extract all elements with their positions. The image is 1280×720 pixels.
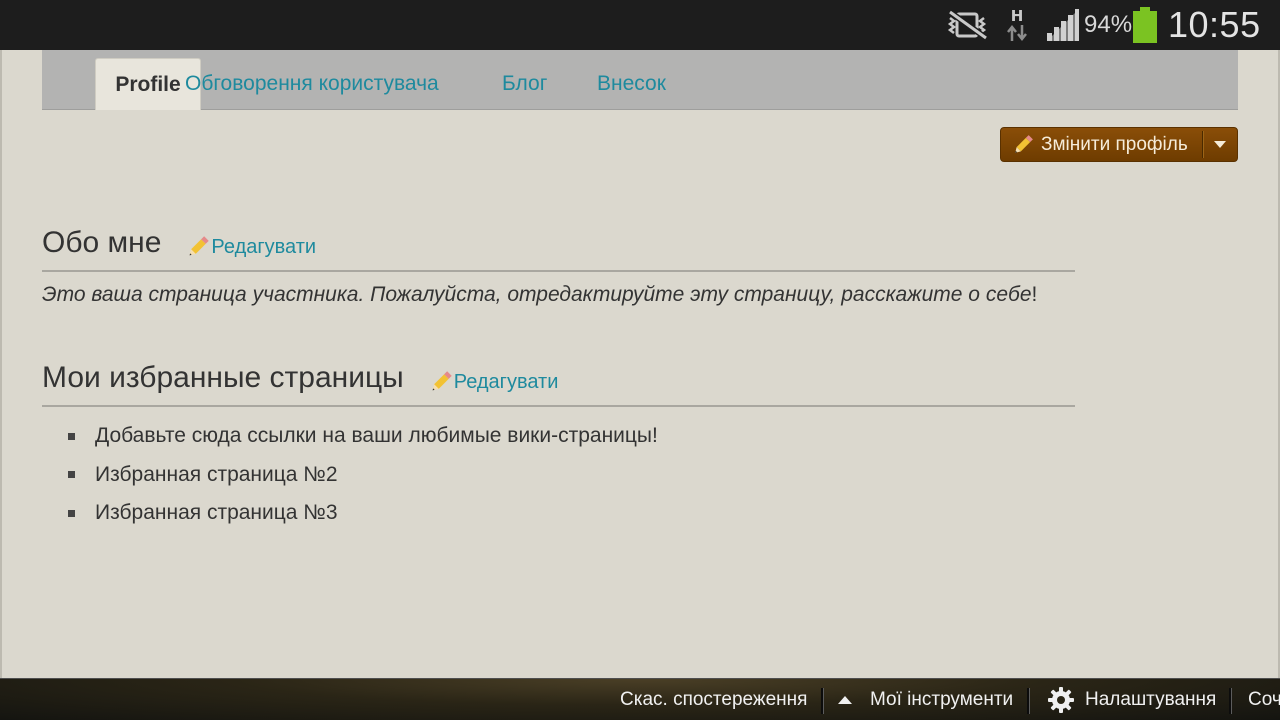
tab-contributions[interactable]: Внесок [587,58,676,110]
about-text-end: ! [1031,283,1038,306]
list-item: Избранная страница №2 [68,456,658,495]
bullet-icon [68,432,75,440]
bullet-icon [68,471,75,479]
profile-tabs: Profile Обговорення користувача Блог Вне… [42,50,1238,110]
list-item: Избранная страница №3 [68,494,658,533]
toolbar-divider [1027,688,1029,714]
toolbar-divider [1229,688,1231,714]
partial-toolbar-item[interactable]: Соч [1248,679,1280,720]
battery-icon [1132,0,1158,50]
settings-label: Налаштування [1085,689,1217,710]
bullet-icon [68,509,75,517]
edit-profile-label: Змінити профіль [1041,133,1188,155]
favorites-title: Мои избранные страницы [42,361,404,394]
gear-icon [1048,687,1074,713]
up-down-arrows-icon [1007,24,1027,42]
favorite-item-text: Избранная страница №2 [95,462,338,486]
data-transfer-icon: H [1004,0,1030,50]
edit-profile-button[interactable]: Змінити профіль [1000,127,1238,162]
about-section-header: Обо мне Редагувати [42,222,1075,272]
signal-icon [1045,0,1081,50]
pencil-icon [189,236,210,256]
about-text-body: Это ваша страница участника. Пожалуйста,… [42,283,1032,306]
network-type: H [1010,7,1024,25]
favorite-item-text: Избранная страница №3 [95,501,338,525]
about-edit-label: Редагувати [211,235,317,258]
my-tools-label: Мої інструменти [870,689,1014,710]
unwatch-button[interactable]: Скас. спостереження [620,679,807,720]
vibrate-mute-icon [946,0,990,50]
favorites-edit-link[interactable]: Редагувати [428,369,559,395]
chevron-down-icon [1214,140,1226,148]
favorites-section-header: Мои избранные страницы Редагувати [42,357,1075,407]
pencil-icon [1015,134,1033,153]
favorites-edit-label: Редагувати [453,370,559,393]
tab-user-talk[interactable]: Обговорення користувача [175,58,449,110]
list-item: Добавьте сюда ссылки на ваши любимые вик… [68,417,658,456]
triangle-up-icon [838,696,852,704]
my-tools-button[interactable]: Мої інструменти [838,679,1013,720]
about-title: Обо мне [42,226,162,259]
toolbar-divider [821,688,823,714]
edit-profile-dropdown[interactable] [1203,128,1237,161]
clock: 10:55 [1168,4,1261,45]
about-edit-link[interactable]: Редагувати [185,234,316,260]
edit-profile-main[interactable]: Змінити профіль [1001,128,1202,161]
about-text: Это ваша страница участника. Пожалуйста,… [42,283,1037,307]
status-bar: H 94% 10:55 [0,0,1280,50]
battery-percent: 94% [1084,11,1133,38]
bottom-toolbar: Скас. спостереження Мої інструменти Нала… [0,678,1280,720]
favorite-item-text: Добавьте сюда ссылки на ваши любимые вик… [95,424,658,448]
favorites-list: Добавьте сюда ссылки на ваши любимые вик… [68,417,658,533]
pencil-icon [432,371,452,391]
settings-button[interactable]: Налаштування [1047,679,1216,720]
tab-blog[interactable]: Блог [492,58,557,110]
